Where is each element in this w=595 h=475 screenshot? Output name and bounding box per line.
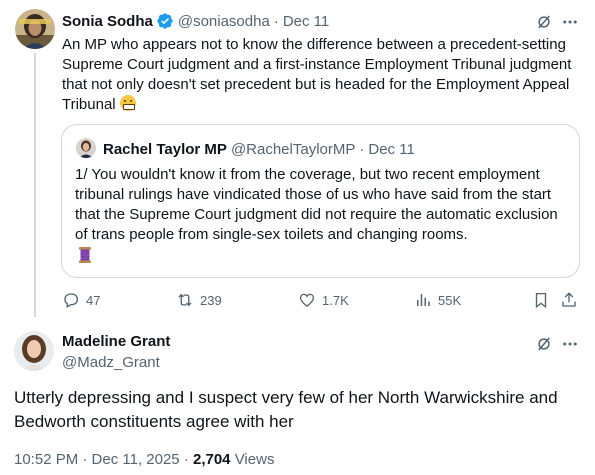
quoted-tweet-header: Rachel Taylor MP @RachelTaylorMP · Dec 1… <box>103 139 415 159</box>
grimacing-face-icon <box>119 95 136 111</box>
share-icon <box>562 292 576 307</box>
reply-timestamp[interactable]: 10:52 PM · Dec 11, 2025 · <box>14 451 193 468</box>
grok-icon[interactable] <box>534 12 554 32</box>
tweet-time[interactable]: Dec 11 <box>283 13 329 30</box>
separator-dot: · <box>273 12 279 30</box>
repost-count: 239 <box>200 292 222 308</box>
grok-icon[interactable] <box>534 334 554 354</box>
rachel-taylor-avatar[interactable] <box>76 138 96 158</box>
reply-count: 47 <box>86 292 101 308</box>
reply-author-handle[interactable]: @Madz_Grant <box>62 353 160 373</box>
tweet-body: An MP who appears not to know the differ… <box>62 36 572 113</box>
reply-view-count: 2,704 <box>192 451 231 468</box>
quoted-tweet-time[interactable]: Dec 11 <box>368 141 414 158</box>
view-count: 55K <box>438 292 462 308</box>
repost-icon <box>178 293 192 307</box>
quoted-author-handle[interactable]: @RachelTaylorMP <box>231 141 355 158</box>
bookmark-button[interactable] <box>532 290 550 310</box>
reply-author-name[interactable]: Madeline Grant <box>62 332 170 352</box>
repost-button[interactable]: 239 <box>176 290 222 310</box>
tweet-actions-bar: 47 239 1.7K 55K <box>62 290 582 310</box>
heart-icon <box>299 293 315 307</box>
share-button[interactable] <box>560 290 578 310</box>
like-count: 1.7K <box>322 292 349 308</box>
thread-connector-line <box>34 53 36 317</box>
reply-timestamp-row: 10:52 PM · Dec 11, 2025 · 2,704 Views <box>14 450 274 470</box>
reply-button[interactable]: 47 <box>62 290 100 310</box>
separator-dot: · <box>359 140 365 158</box>
bookmark-icon <box>535 292 547 309</box>
analytics-icon <box>417 294 430 306</box>
tweet-header: Sonia Sodha @soniasodha · Dec 11 <box>62 11 329 31</box>
author-name[interactable]: Sonia Sodha <box>62 13 153 30</box>
spool-of-thread-icon <box>76 246 94 264</box>
reply-text: Utterly depressing and I suspect very fe… <box>14 388 558 431</box>
views-label: Views <box>230 451 275 468</box>
verified-badge-icon <box>156 12 174 30</box>
more-options-icon[interactable] <box>560 334 580 354</box>
author-handle[interactable]: @soniasodha <box>178 13 270 30</box>
quoted-tweet-card[interactable]: Rachel Taylor MP @RachelTaylorMP · Dec 1… <box>61 124 580 278</box>
tweet-text: An MP who appears not to know the differ… <box>62 35 582 115</box>
more-options-icon[interactable] <box>560 12 580 32</box>
reply-icon <box>64 293 79 308</box>
views-button[interactable]: 55K <box>414 290 461 310</box>
sonia-sodha-avatar[interactable] <box>15 9 55 49</box>
quoted-tweet-text: 1/ You wouldn't know it from the coverag… <box>75 166 558 243</box>
like-button[interactable]: 1.7K <box>298 290 349 310</box>
quoted-author-name[interactable]: Rachel Taylor MP <box>103 141 227 158</box>
madeline-grant-avatar[interactable] <box>14 331 54 371</box>
